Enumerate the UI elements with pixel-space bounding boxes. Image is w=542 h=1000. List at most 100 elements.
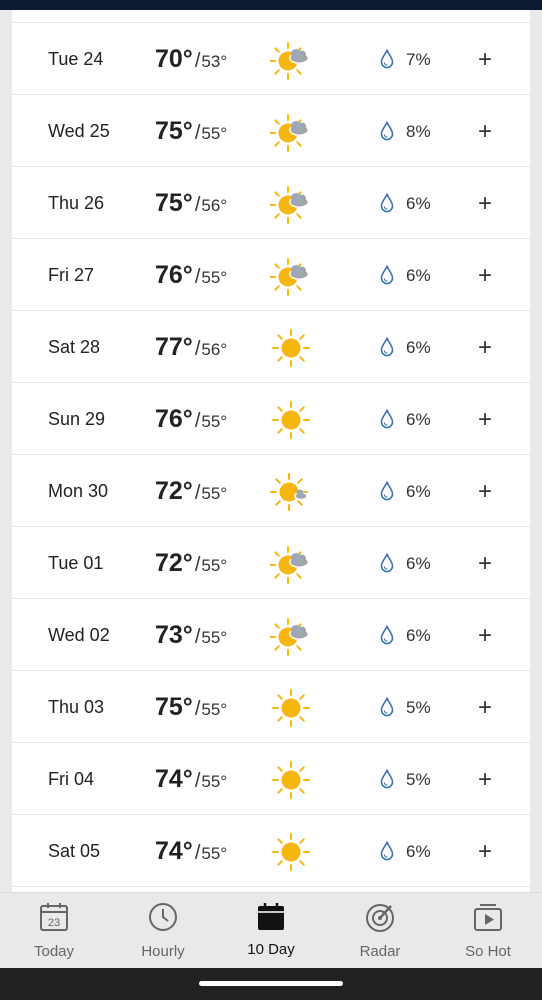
expand-button[interactable]: + [468,118,502,146]
expand-button[interactable]: + [468,766,502,794]
forecast-day: Tue 24 [48,49,104,69]
expand-button[interactable]: + [468,262,502,290]
nav-so-hot-label: So Hot [465,943,511,960]
forecast-row[interactable]: Sat 28 77°/56° 6% + [12,312,530,383]
precip-chance: 6% [406,482,431,501]
precip-chance: 5% [406,770,431,789]
forecast-row[interactable]: Tue 24 70°/53° 7% + [12,24,530,95]
nav-hourly-label: Hourly [141,943,185,960]
low-temp: 56° [201,196,228,215]
precip-chance: 6% [406,410,431,429]
temp-separator: / [194,194,201,216]
raindrop-icon [380,769,394,789]
forecast-row[interactable]: Fri 27 76°/55° 6% + [12,240,530,311]
low-temp: 55° [201,556,228,575]
forecast-row[interactable]: Sun 29 76°/55° 6% + [12,384,530,455]
partly-cloudy-icon [270,186,309,224]
nav-today-label: Today [33,943,75,960]
precip-chance: 6% [406,266,431,285]
low-temp: 55° [201,268,228,287]
forecast-row[interactable]: Wed 02 73°/55° 6% + [12,600,530,671]
low-temp: 55° [201,124,228,143]
top-status-bar [0,0,542,10]
forecast-day: Thu 26 [48,193,105,213]
high-temp: 75° [155,189,193,217]
nav-today[interactable]: 23 Today [4,893,104,969]
video-icon [474,904,502,931]
expand-button[interactable]: + [468,478,502,506]
precip-chance: 6% [406,194,431,213]
high-temp: 74° [155,765,193,793]
forecast-temps: 72°/55° [155,456,227,527]
nav-radar[interactable]: Radar [330,893,430,969]
forecast-temps: 72°/55° [155,528,227,599]
partly-cloudy-icon [270,258,309,296]
expand-button[interactable]: + [468,46,502,74]
high-temp: 76° [155,405,193,433]
precip-chance: 6% [406,842,431,861]
temp-separator: / [194,626,201,648]
nav-10-day[interactable]: 10 Day [221,893,321,969]
forecast-row[interactable]: Wed 25 75°/55° 8% + [12,96,530,167]
sunny-icon [272,401,310,439]
forecast-row[interactable]: Thu 26 75°/56° 6% + [12,168,530,239]
forecast-row[interactable]: Fri 04 74°/55° 5% + [12,744,530,815]
nav-so-hot[interactable]: So Hot [438,893,538,969]
temp-separator: / [194,770,201,792]
partly-cloudy-icon [270,618,309,656]
forecast-row[interactable]: Tue 01 72°/55° 6% + [12,528,530,599]
sunny-icon [272,689,310,727]
raindrop-icon [380,337,394,357]
forecast-temps: 74°/55° [155,816,227,887]
forecast-row[interactable]: Mon 30 72°/55° 6% + [12,456,530,527]
low-temp: 55° [201,484,228,503]
forecast-day: Thu 03 [48,697,105,717]
raindrop-icon [380,121,394,141]
forecast-list[interactable]: Tue 24 70°/53° 7% + Wed 25 75°/55° 8% + … [12,10,530,892]
raindrop-icon [380,481,394,501]
expand-button[interactable]: + [468,622,502,650]
expand-button[interactable]: + [468,550,502,578]
temp-separator: / [194,410,201,432]
high-temp: 72° [155,549,193,577]
temp-separator: / [194,698,201,720]
temp-separator: / [194,482,201,504]
precip-chance: 6% [406,554,431,573]
expand-button[interactable]: + [468,406,502,434]
expand-button[interactable]: + [468,190,502,218]
temp-separator: / [194,50,201,72]
calendar-icon [258,903,284,930]
expand-button[interactable]: + [468,694,502,722]
forecast-row[interactable]: Thu 03 75°/55° 5% + [12,672,530,743]
expand-button[interactable]: + [468,334,502,362]
calendar-day-icon: 23 [40,903,68,931]
forecast-day: Wed 25 [48,121,110,141]
low-temp: 55° [201,412,228,431]
radar-icon [366,904,394,932]
forecast-temps: 73°/55° [155,600,227,671]
forecast-temps: 70°/53° [155,24,227,95]
calendar-day-number: 23 [48,917,60,929]
high-temp: 76° [155,261,193,289]
raindrop-icon [380,409,394,429]
raindrop-icon [380,49,394,69]
high-temp: 74° [155,837,193,865]
home-indicator[interactable] [199,981,343,986]
forecast-temps: 77°/56° [155,312,227,383]
forecast-row-partial [12,10,530,23]
precip-chance: 8% [406,122,431,141]
temp-separator: / [194,266,201,288]
low-temp: 55° [201,844,228,863]
raindrop-icon [380,553,394,573]
high-temp: 77° [155,333,193,361]
precip-chance: 5% [406,698,431,717]
forecast-temps: 76°/55° [155,240,227,311]
raindrop-icon [380,193,394,213]
expand-button[interactable]: + [468,838,502,866]
raindrop-icon [380,697,394,717]
forecast-day: Sat 28 [48,337,101,357]
precip-chance: 6% [406,626,431,645]
low-temp: 55° [201,628,228,647]
forecast-row[interactable]: Sat 05 74°/55° 6% + [12,816,530,887]
nav-hourly[interactable]: Hourly [113,893,213,969]
